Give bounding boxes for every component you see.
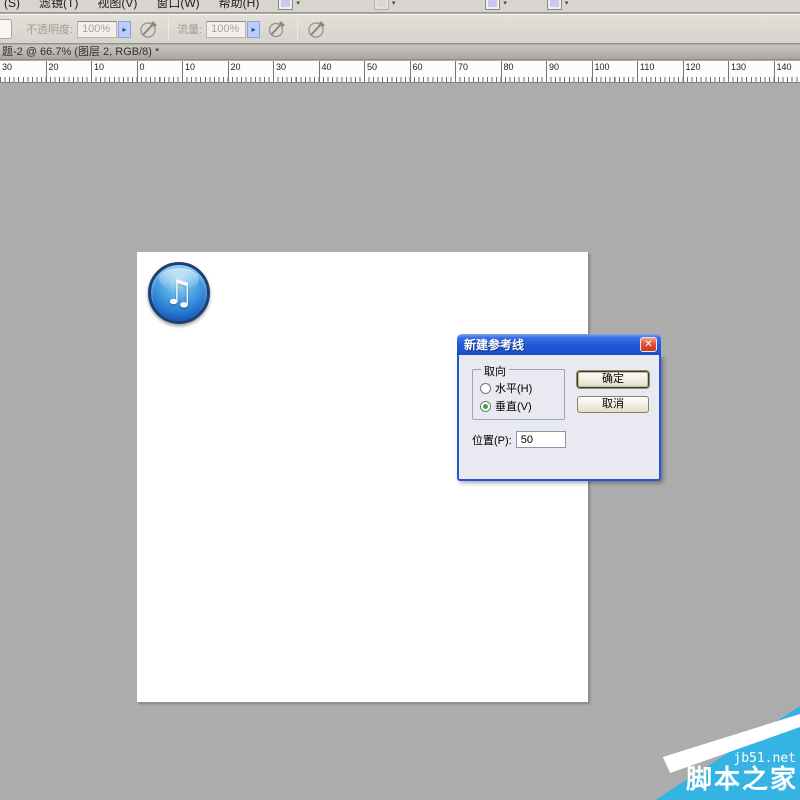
photoshop-window: (S) 滤镜(T) 视图(V) 窗口(W) 帮助(H) ▾ ▾ ▾ ▾ 不透明度: 10… [0, 0, 800, 800]
ruler-tick-label: 80 [500, 61, 547, 82]
flow-dropdown-arrow-icon[interactable]: ▸ [247, 20, 261, 38]
position-input[interactable] [515, 431, 566, 448]
ruler-tick-label: 20 [45, 61, 92, 82]
chevron-down-icon[interactable]: ▾ [296, 0, 300, 7]
watermark-brand: 脚本之家 [685, 764, 798, 794]
ruler-tick-label: 110 [637, 61, 683, 82]
radio-vertical[interactable]: 垂直(V) [480, 398, 532, 414]
orientation-group: 取向 水平(H) 垂直(V) [472, 363, 565, 420]
position-label: 位置(P): [472, 434, 512, 447]
options-separator [297, 18, 299, 40]
watermark-ribbon [655, 706, 800, 800]
position-row: 位置(P): [472, 431, 566, 448]
tablet-pressure-opacity-icon[interactable] [138, 19, 158, 39]
ruler-tick-label: 30 [273, 61, 319, 82]
opacity-label: 不透明度: [26, 24, 74, 36]
ruler-tick-label: 10 [182, 61, 228, 82]
tool-preset-picker[interactable] [0, 19, 12, 39]
ruler-tick-label: 0 [136, 61, 183, 82]
chevron-down-icon[interactable]: ▾ [503, 0, 507, 7]
menu-item[interactable]: 窗口(W) [156, 0, 199, 10]
menu-item[interactable]: 视图(V) [97, 0, 137, 10]
new-guide-dialog: 新建参考线 ✕ 取向 水平(H) 垂直(V) 位置(P): 确定 取消 [457, 334, 661, 481]
radio-unchecked-icon[interactable] [480, 382, 491, 394]
radio-vertical-label: 垂直(V) [495, 401, 532, 413]
ruler-tick-label: 60 [409, 61, 456, 82]
chevron-down-icon[interactable]: ▾ [392, 0, 396, 7]
screen-mode-icon[interactable] [546, 0, 562, 10]
tool-options-bar: 不透明度: 100% ▸ 流量: 100% ▸ [0, 14, 800, 44]
ruler-tick-label: 140 [773, 61, 800, 82]
flow-value[interactable]: 100% [206, 20, 247, 38]
menu-bar: (S) 滤镜(T) 视图(V) 窗口(W) 帮助(H) ▾ ▾ ▾ ▾ [0, 0, 800, 13]
dialog-title: 新建参考线 [464, 338, 525, 352]
cancel-button[interactable]: 取消 [577, 396, 649, 413]
watermark-site-url: jb51.net [733, 751, 796, 766]
ok-button[interactable]: 确定 [577, 371, 649, 388]
gloss-highlight [159, 268, 199, 290]
flow-label: 流量: [177, 24, 203, 36]
workspace: ♫ 新建参考线 ✕ 取向 水平(H) 垂直(V) 位置(P): 50 确定 取消… [0, 84, 800, 800]
document-title: 题-2 @ 66.7% (图层 2, RGB/8) * [2, 46, 160, 58]
menu-items: (S) 滤镜(T) 视图(V) 窗口(W) 帮助(H) [4, 0, 278, 12]
watermark: jb51.net 脚本之家 [555, 700, 800, 800]
ruler-tick-label: 130 [728, 61, 774, 82]
close-icon[interactable]: ✕ [640, 337, 657, 352]
radio-horizontal[interactable]: 水平(H) [480, 380, 532, 396]
radio-checked-icon[interactable] [480, 400, 491, 412]
ruler-tick-label: 90 [546, 61, 592, 82]
orientation-group-label: 取向 [481, 363, 509, 379]
chevron-down-icon[interactable]: ▾ [565, 0, 569, 7]
opacity-value[interactable]: 100% [77, 20, 118, 38]
document-title-bar[interactable]: 题-2 @ 66.7% (图层 2, RGB/8) * [0, 45, 800, 60]
ruler-labels: 30 20 10 0 10 20 30 40 50 60 70 80 90 100 110 120 130 140 [0, 61, 800, 82]
horizontal-ruler[interactable]: 30 20 10 0 10 20 30 40 50 60 70 80 90 100 110 120 130 140 [0, 61, 800, 83]
menu-item[interactable]: (S) [4, 0, 20, 10]
opacity-dropdown-arrow-icon[interactable]: ▸ [118, 20, 132, 38]
tablet-pressure-size-icon[interactable] [306, 19, 326, 39]
dialog-title-bar[interactable]: 新建参考线 ✕ [457, 334, 661, 355]
ruler-tick-label: 70 [455, 61, 501, 82]
zoom-level-icon[interactable] [373, 0, 389, 10]
ruler-tick-label: 10 [91, 61, 137, 82]
ruler-tick-label: 50 [364, 61, 410, 82]
view-extras-icon[interactable] [278, 0, 294, 10]
itunes-music-icon: ♫ [148, 262, 210, 324]
options-separator [168, 18, 170, 40]
radio-horizontal-label: 水平(H) [495, 383, 533, 395]
arrange-documents-icon[interactable] [485, 0, 501, 10]
ruler-tick-label: 20 [227, 61, 274, 82]
ruler-tick-label: 120 [682, 61, 729, 82]
ruler-tick-label: 100 [591, 61, 638, 82]
ruler-tick-label: 40 [318, 61, 365, 82]
menu-item[interactable]: 帮助(H) [219, 0, 260, 10]
watermark-fold [662, 714, 800, 773]
menu-item[interactable]: 滤镜(T) [39, 0, 78, 10]
ruler-tick-label: 30 [2, 62, 13, 72]
airbrush-icon[interactable] [267, 19, 287, 39]
